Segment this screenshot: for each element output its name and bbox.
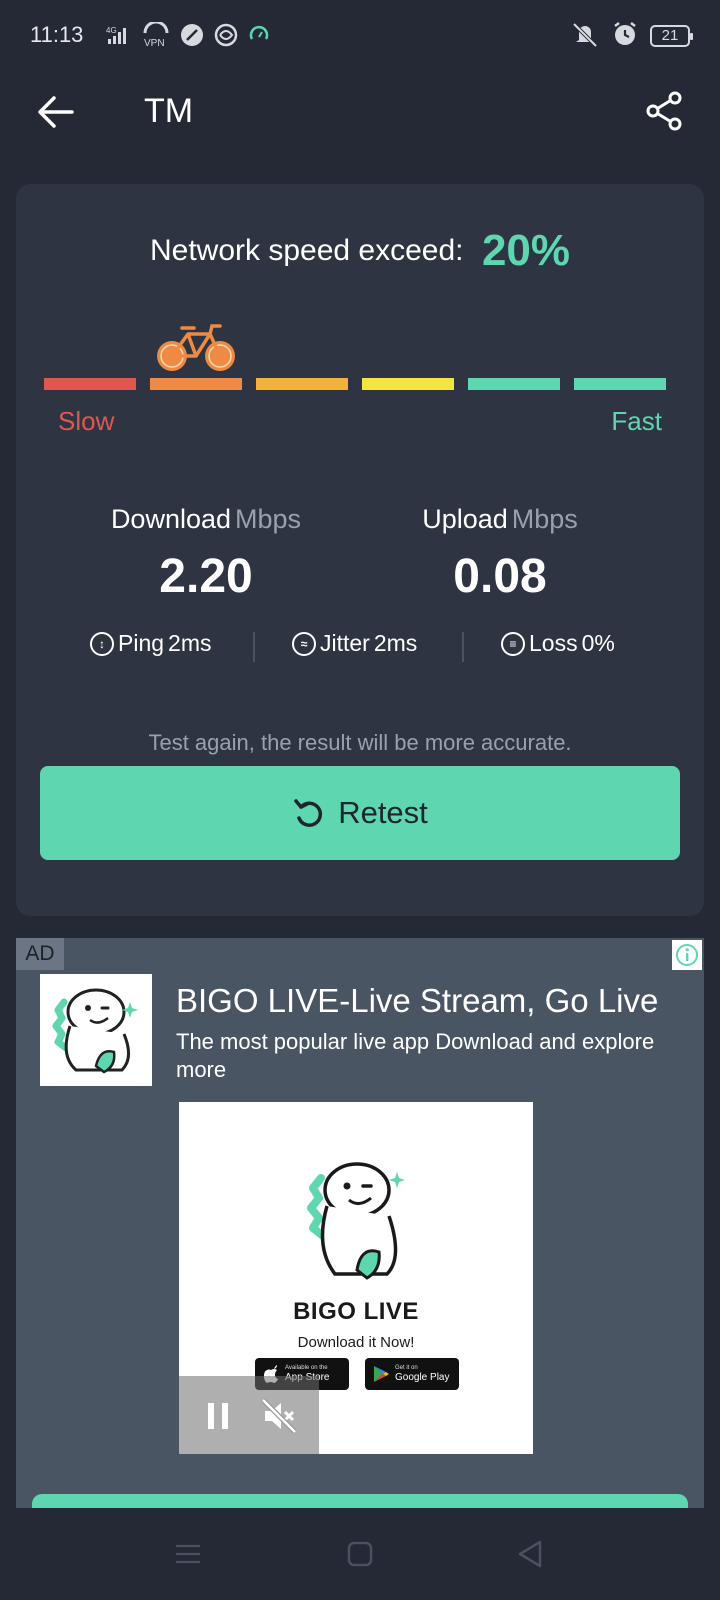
metric-divider	[462, 632, 464, 662]
ad-banner[interactable]: AD BIGO LIVE-Live Stream, Go Live The mo…	[16, 938, 704, 1508]
loss-value: 0%	[581, 630, 615, 656]
status-time: 11:13	[30, 22, 84, 47]
loss-label: Loss	[529, 630, 578, 656]
status-icons-right: 21	[570, 20, 693, 52]
pause-icon	[208, 1403, 228, 1429]
home-button[interactable]	[344, 1538, 376, 1570]
refresh-icon	[294, 799, 323, 827]
ad-badge: AD	[16, 938, 64, 970]
menu-icon	[176, 1544, 200, 1564]
volume-off-icon	[261, 1398, 297, 1434]
bicycle-icon	[157, 324, 235, 371]
speed-meter-segment	[574, 378, 666, 390]
system-nav-bar	[0, 1508, 720, 1600]
result-card: Network speed exceed: 20% Slow Fast Down…	[16, 184, 704, 916]
info-icon	[676, 944, 698, 966]
speed-meter-segment	[44, 378, 136, 390]
jitter-metric: ≈ Jitter 2ms	[292, 630, 417, 657]
page-title: TM	[144, 92, 194, 130]
retest-button[interactable]: Retest	[40, 766, 680, 860]
ad-app-icon[interactable]	[40, 974, 152, 1086]
square-icon	[347, 1541, 373, 1567]
ping-icon: ↕	[90, 631, 114, 656]
back-button[interactable]	[36, 92, 76, 132]
speed-meter-segment	[362, 378, 454, 390]
mute-button[interactable]	[259, 1396, 299, 1436]
speed-meter-segment	[150, 378, 242, 390]
jitter-icon: ≈	[292, 631, 316, 656]
retest-label: Retest	[338, 795, 428, 830]
meter-slow-label: Slow	[58, 406, 115, 436]
download-label: Download	[110, 504, 232, 534]
app-store-small-text: Available on the	[285, 1364, 328, 1371]
ad-info-button[interactable]	[672, 940, 702, 970]
upload-unit: Mbps	[511, 504, 578, 534]
app-bar: TM	[0, 72, 720, 158]
ping-metric: ↕ Ping 2ms	[90, 630, 212, 657]
metric-divider	[253, 632, 255, 662]
mute-icon	[570, 20, 600, 52]
recent-apps-button[interactable]	[172, 1538, 204, 1570]
video-controls	[179, 1376, 319, 1454]
upload-stat: Upload Mbps 0.08	[350, 504, 650, 604]
ad-video[interactable]: BIGO LIVE Download it Now! Available on …	[179, 1102, 533, 1454]
ping-value: 2ms	[168, 630, 212, 656]
speed-icon	[248, 24, 270, 50]
jitter-label: Jitter	[320, 630, 370, 656]
speed-exceed-value: 20%	[481, 226, 571, 275]
upload-value: 0.08	[453, 550, 547, 603]
svg-text:4G: 4G	[106, 26, 117, 35]
google-play-badge[interactable]: Get it on Google Play	[365, 1358, 459, 1390]
google-play-icon	[374, 1366, 389, 1382]
arrow-left-icon	[38, 96, 74, 128]
data-saver-icon	[214, 23, 238, 51]
back-nav-button[interactable]	[514, 1538, 546, 1570]
vpn-icon: VPN	[142, 20, 170, 52]
ping-label: Ping	[118, 630, 165, 656]
share-button[interactable]	[644, 90, 684, 132]
upload-label: Upload	[422, 504, 508, 534]
speed-meter	[44, 378, 666, 390]
pause-button[interactable]	[203, 1400, 235, 1432]
dinosaur-mascot-icon	[307, 1162, 405, 1280]
google-play-small-text: Get it on	[395, 1364, 418, 1371]
signal-icon: 4G	[98, 25, 132, 49]
ad-media-cta: Download it Now!	[297, 1334, 415, 1351]
speed-exceed-label: Network speed exceed:	[149, 234, 464, 267]
share-icon	[646, 91, 682, 131]
speed-meter-segment	[256, 378, 348, 390]
triangle-back-icon	[518, 1540, 542, 1568]
download-unit: Mbps	[235, 504, 302, 534]
loss-icon: ≡	[501, 631, 525, 656]
dinosaur-mascot-icon	[52, 988, 138, 1074]
loss-metric: ≡ Loss 0%	[501, 630, 615, 657]
alarm-icon	[612, 21, 638, 51]
status-bar: 11:13 4G VPN 21	[0, 0, 720, 72]
battery-icon: 21	[650, 25, 693, 47]
ad-title[interactable]: BIGO LIVE-Live Stream, Go Live	[176, 982, 658, 1020]
latency-metrics: ↕ Ping 2ms ≈ Jitter 2ms ≡ Loss 0%	[16, 630, 704, 666]
edit-icon	[180, 23, 204, 51]
speed-exceed-row: Network speed exceed: 20%	[16, 226, 704, 276]
speed-meter-segment	[468, 378, 560, 390]
ad-media-brand: BIGO LIVE	[293, 1298, 419, 1325]
ad-install-button[interactable]	[32, 1494, 688, 1508]
download-stat: Download Mbps 2.20	[56, 504, 356, 604]
ad-description: The most popular live app Download and e…	[176, 1029, 655, 1082]
retest-hint: Test again, the result will be more accu…	[148, 730, 572, 755]
status-icons-left: 4G VPN	[98, 20, 270, 52]
download-value: 2.20	[159, 550, 253, 603]
jitter-value: 2ms	[373, 630, 418, 656]
svg-text:VPN: VPN	[144, 38, 165, 48]
google-play-big-text: Google Play	[395, 1371, 450, 1383]
meter-fast-label: Fast	[611, 406, 662, 436]
